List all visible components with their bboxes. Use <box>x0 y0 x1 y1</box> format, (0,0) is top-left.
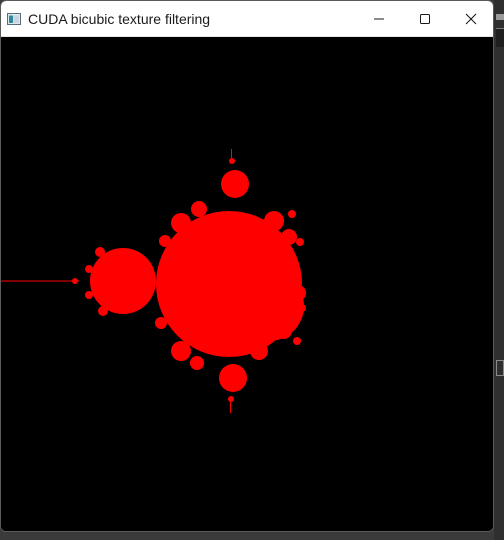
minimize-button[interactable] <box>356 1 402 37</box>
app-window: CUDA bicubic texture filtering <box>0 0 494 532</box>
minimize-icon <box>374 18 384 20</box>
background-window-detail <box>496 360 504 376</box>
maximize-button[interactable] <box>402 1 448 37</box>
maximize-icon <box>420 14 430 24</box>
render-canvas[interactable] <box>1 37 493 531</box>
background-window-detail <box>496 28 504 47</box>
close-button[interactable] <box>448 1 493 37</box>
background-window-detail <box>496 14 504 20</box>
mandelbrot-render <box>1 149 306 413</box>
close-icon <box>465 13 477 25</box>
title-bar[interactable]: CUDA bicubic texture filtering <box>1 1 493 37</box>
app-window-icon <box>7 13 21 25</box>
window-title: CUDA bicubic texture filtering <box>28 11 211 27</box>
background-window-edge <box>494 0 504 540</box>
